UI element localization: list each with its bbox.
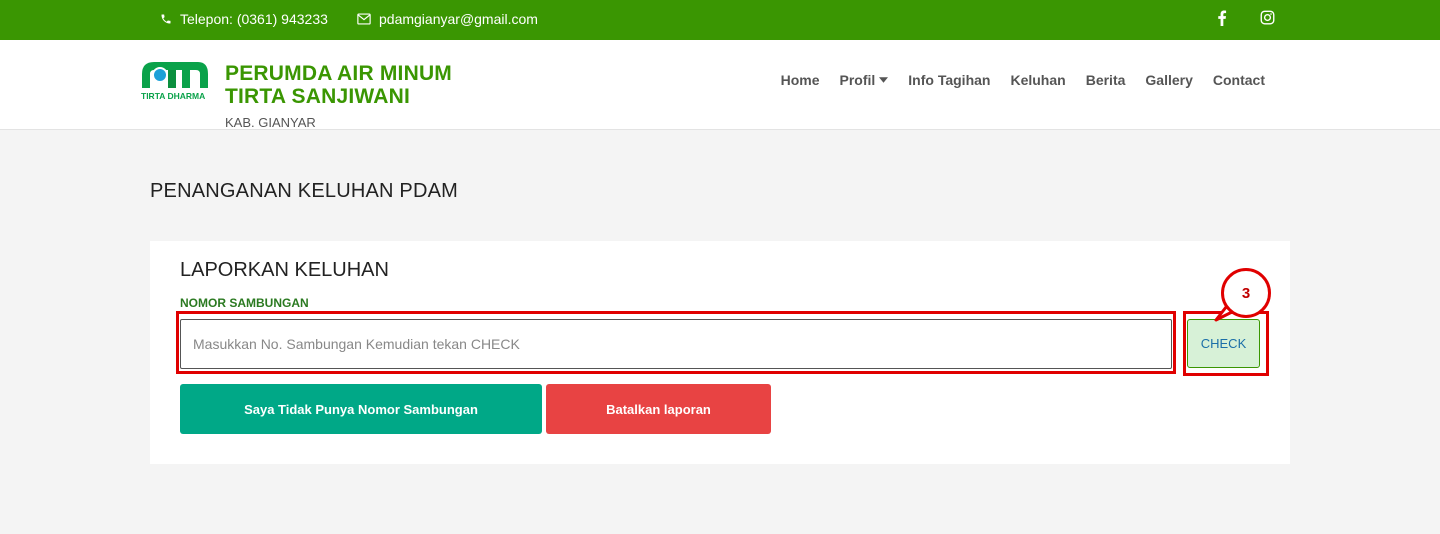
brand-name-line2: TIRTA SANJIWANI (225, 85, 410, 108)
tirta-dharma-logo[interactable]: TIRTA DHARMA (140, 60, 210, 120)
cancel-report-button[interactable]: Batalkan laporan (546, 384, 771, 434)
brand-region: KAB. GIANYAR (225, 115, 316, 130)
envelope-icon (357, 13, 371, 25)
nav-home[interactable]: Home (781, 72, 820, 88)
phone-icon (161, 14, 171, 24)
instagram-icon[interactable] (1260, 10, 1275, 29)
nomor-sambungan-input[interactable] (180, 319, 1172, 369)
page-title: PENANGANAN KELUHAN PDAM (150, 180, 458, 202)
nav-gallery[interactable]: Gallery (1145, 72, 1192, 88)
nomor-sambungan-label: NOMOR SAMBUNGAN (180, 296, 309, 310)
brand-block[interactable]: PERUMDA AIR MINUM TIRTA SANJIWANI KAB. G… (225, 62, 452, 130)
nav-profil[interactable]: Profil (840, 72, 889, 88)
email-info[interactable]: pdamgianyar@gmail.com (357, 11, 538, 27)
site-header: TIRTA DHARMA PERUMDA AIR MINUM TIRTA SAN… (0, 40, 1440, 130)
nav-keluhan[interactable]: Keluhan (1010, 72, 1065, 88)
caret-down-icon (879, 77, 889, 83)
check-button[interactable]: CHECK (1187, 319, 1260, 368)
phone-text: Telepon: (0361) 943233 (180, 11, 328, 27)
facebook-icon[interactable] (1217, 10, 1227, 30)
logo-text: TIRTA DHARMA (141, 91, 205, 101)
top-bar: Telepon: (0361) 943233 pdamgianyar@gmail… (0, 0, 1440, 40)
nav-profil-label: Profil (839, 72, 876, 88)
nav-berita[interactable]: Berita (1086, 72, 1126, 88)
no-number-button[interactable]: Saya Tidak Punya Nomor Sambungan (180, 384, 542, 434)
complaint-form-card: LAPORKAN KELUHAN NOMOR SAMBUNGAN CHECK S… (150, 241, 1290, 464)
brand-name-line1: PERUMDA AIR MINUM (225, 62, 452, 85)
email-text[interactable]: pdamgianyar@gmail.com (379, 11, 538, 27)
step-number: 3 (1241, 284, 1251, 302)
step-callout: 3 (1221, 268, 1271, 318)
nav-info-tagihan[interactable]: Info Tagihan (908, 72, 990, 88)
nav-contact[interactable]: Contact (1213, 72, 1265, 88)
phone-info: Telepon: (0361) 943233 (160, 11, 328, 27)
main-nav: Home Profil Info Tagihan Keluhan Berita … (781, 72, 1265, 88)
form-title: LAPORKAN KELUHAN (180, 259, 389, 281)
